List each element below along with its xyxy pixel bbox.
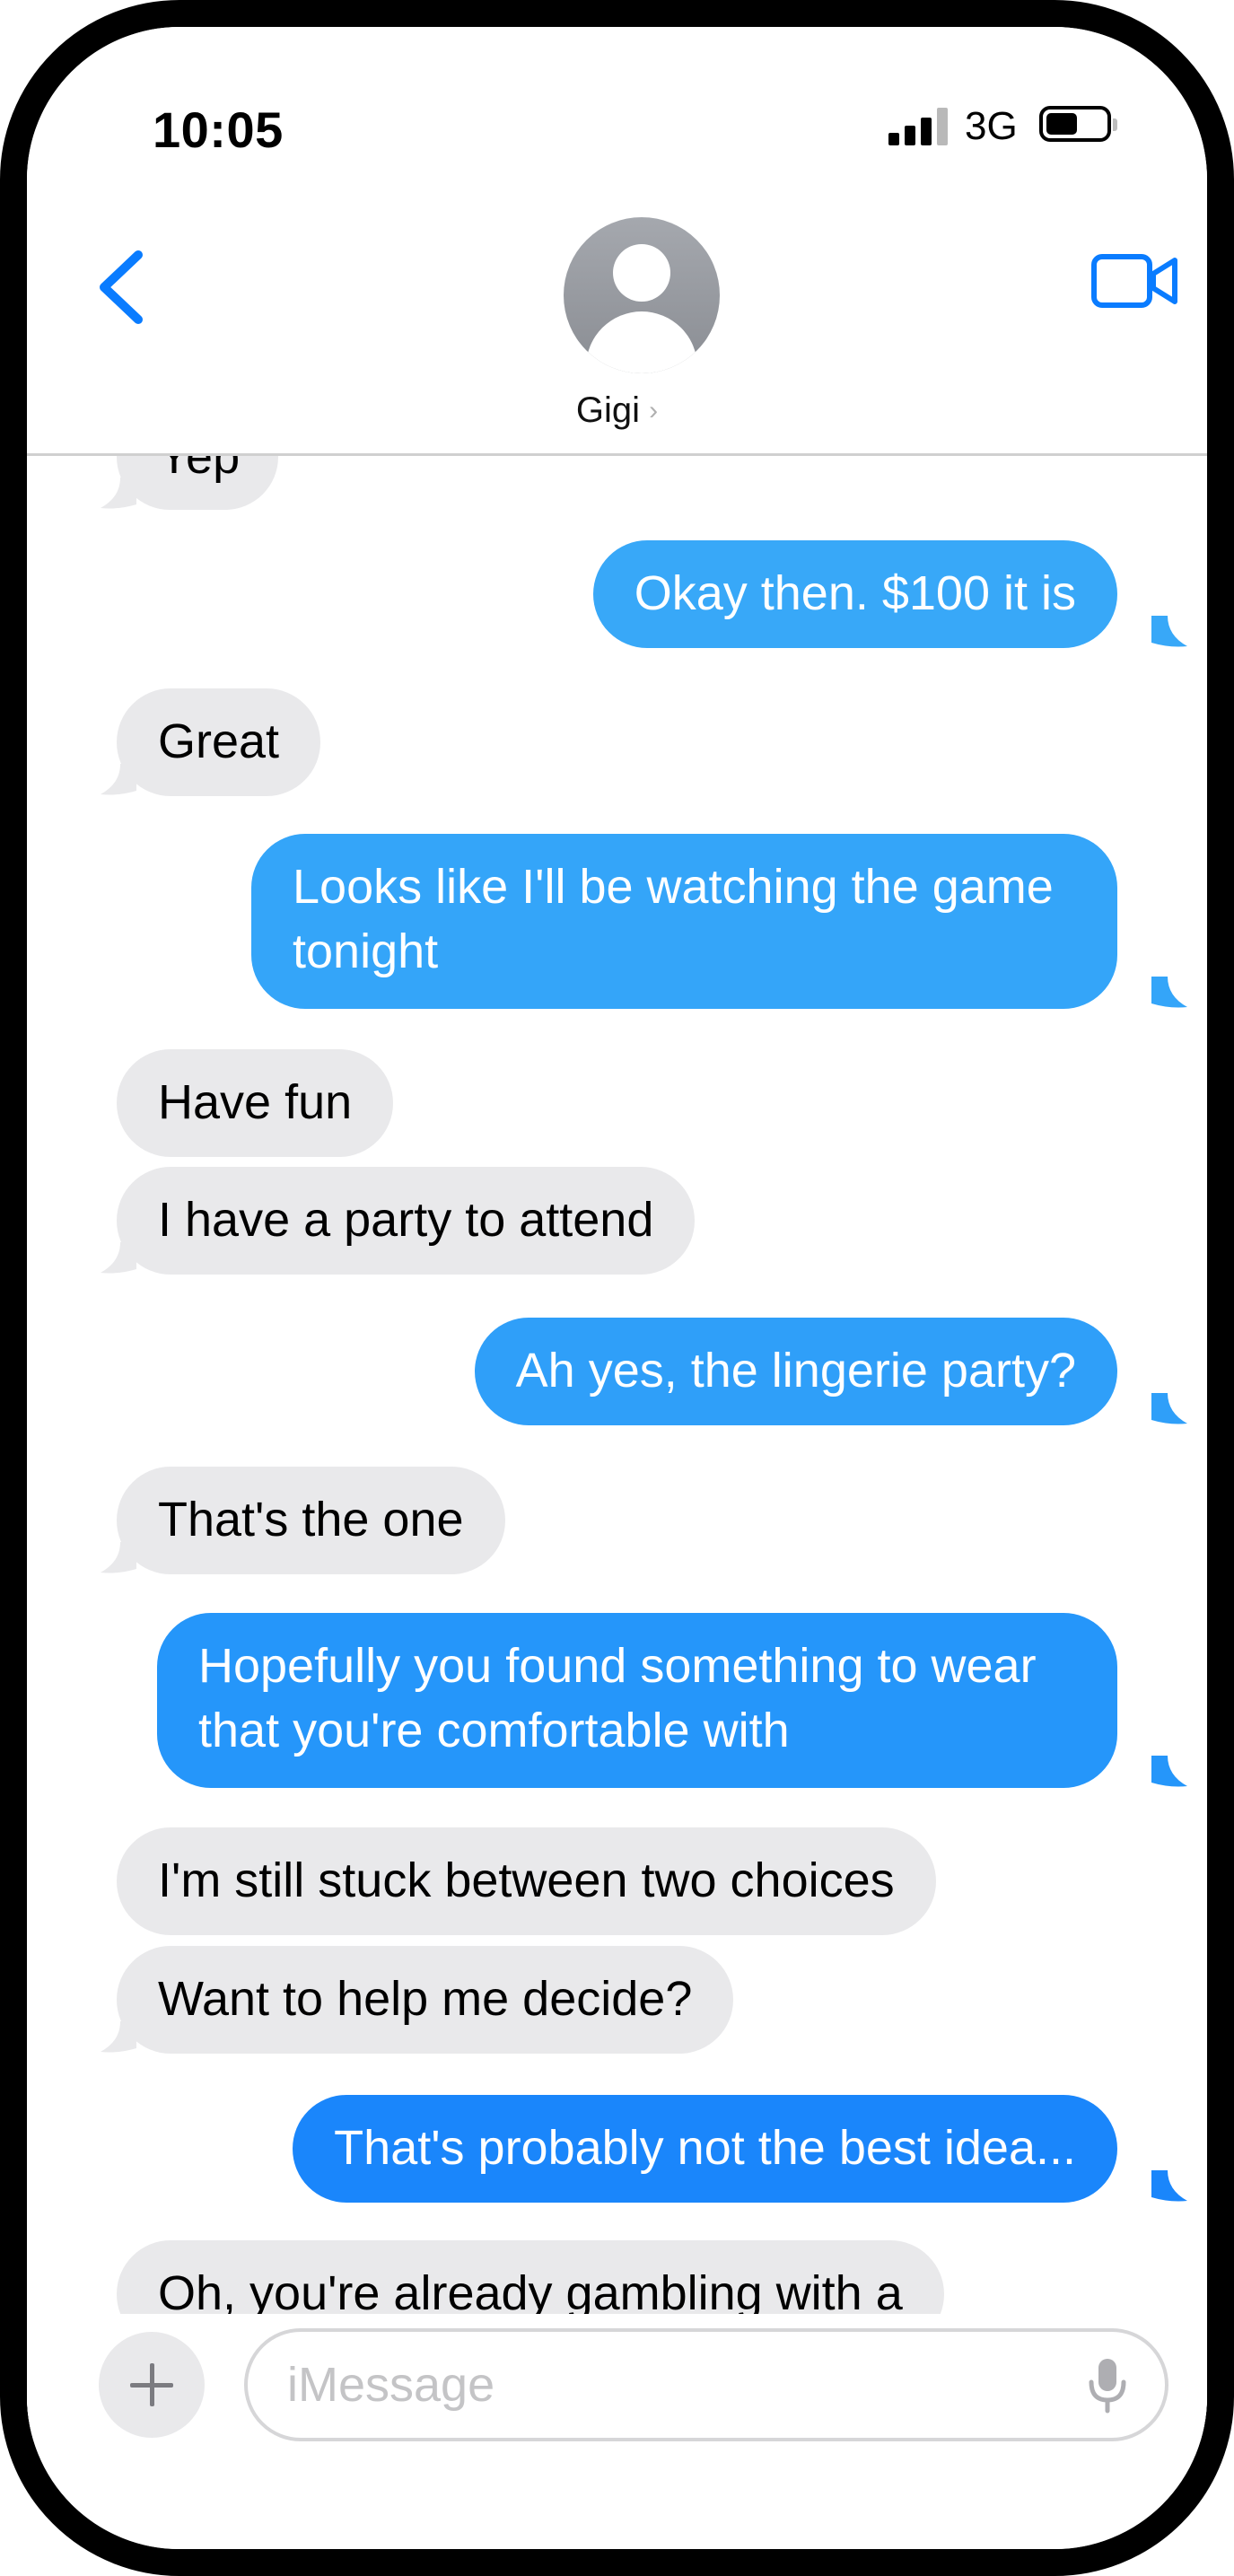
received-message[interactable]: I'm still stuck between two choices: [117, 1827, 936, 1935]
received-message[interactable]: Have fun: [117, 1049, 394, 1157]
dictation-button[interactable]: [1086, 2357, 1129, 2414]
bubble-tail: [101, 1542, 136, 1573]
person-avatar-icon: [613, 244, 670, 302]
sent-message[interactable]: Looks like I'll be watching the game ton…: [251, 834, 1117, 1009]
add-attachment-button[interactable]: [99, 2332, 205, 2438]
message-text: That's the one: [158, 1493, 464, 1546]
bubble-tail: [101, 1242, 136, 1274]
bubble-tail: [1151, 1393, 1187, 1424]
received-message[interactable]: That's the one: [117, 1467, 505, 1574]
message-text: That's probably not the best idea...: [334, 2121, 1076, 2175]
chevron-right-icon: ›: [649, 396, 659, 425]
status-time: 10:05: [153, 101, 284, 158]
sent-message[interactable]: Okay then. $100 it is: [592, 540, 1117, 648]
phone-frame: 10:05 3G Gigi › Yep Okay then. $100 it i…: [0, 0, 1234, 2576]
message-text: Ah yes, the lingerie party?: [515, 1344, 1076, 1398]
message-text: Great: [158, 714, 280, 768]
bubble-tail: [101, 478, 136, 509]
back-button[interactable]: [92, 242, 154, 332]
received-message[interactable]: Oh, you're already gambling with a: [117, 2240, 944, 2314]
video-camera-icon: [1091, 254, 1177, 308]
message-text: I'm still stuck between two choices: [158, 1853, 895, 1907]
network-type-label: 3G: [965, 104, 1018, 148]
bubble-tail: [101, 764, 136, 795]
message-text: Yep: [158, 456, 241, 484]
contact-avatar[interactable]: [564, 217, 720, 373]
imessage-input[interactable]: [244, 2328, 1168, 2441]
message-text: Have fun: [158, 1075, 353, 1129]
message-text: Okay then. $100 it is: [634, 566, 1076, 620]
message-text: Hopefully you found something to wear th…: [198, 1639, 1037, 1757]
chevron-left-icon: [100, 250, 143, 324]
message-list[interactable]: Yep Okay then. $100 it is Great Looks li…: [27, 456, 1207, 2314]
message-composer: [27, 2314, 1207, 2441]
microphone-icon: [1089, 2359, 1126, 2414]
cellular-signal-icon: [888, 108, 951, 145]
sent-message[interactable]: That's probably not the best idea...: [293, 2095, 1117, 2203]
status-bar: 10:05 3G: [27, 27, 1207, 206]
bubble-tail: [101, 2021, 136, 2053]
message-text: Looks like I'll be watching the game ton…: [293, 860, 1054, 978]
bubble-tail: [1151, 1756, 1187, 1787]
message-text: I have a party to attend: [158, 1193, 654, 1247]
received-message[interactable]: Want to help me decide?: [117, 1946, 734, 2054]
facetime-video-button[interactable]: [1090, 250, 1180, 312]
bubble-tail: [1151, 977, 1187, 1008]
contact-name-button[interactable]: Gigi ›: [27, 390, 1207, 431]
sent-message[interactable]: Hopefully you found something to wear th…: [157, 1613, 1117, 1788]
message-text: Oh, you're already gambling with a: [158, 2266, 903, 2314]
conversation-header: Gigi ›: [27, 206, 1207, 456]
bubble-tail: [1151, 616, 1187, 647]
messages-screen: 10:05 3G Gigi › Yep Okay then. $100 it i…: [27, 27, 1207, 2549]
contact-name: Gigi: [575, 390, 641, 430]
received-message[interactable]: I have a party to attend: [117, 1167, 696, 1275]
bubble-tail: [1151, 2170, 1187, 2202]
battery-icon: [1039, 106, 1117, 142]
received-message[interactable]: Great: [117, 688, 321, 796]
received-message[interactable]: Yep: [117, 456, 278, 510]
sent-message[interactable]: Ah yes, the lingerie party?: [474, 1318, 1117, 1425]
message-text: Want to help me decide?: [158, 1972, 693, 2026]
